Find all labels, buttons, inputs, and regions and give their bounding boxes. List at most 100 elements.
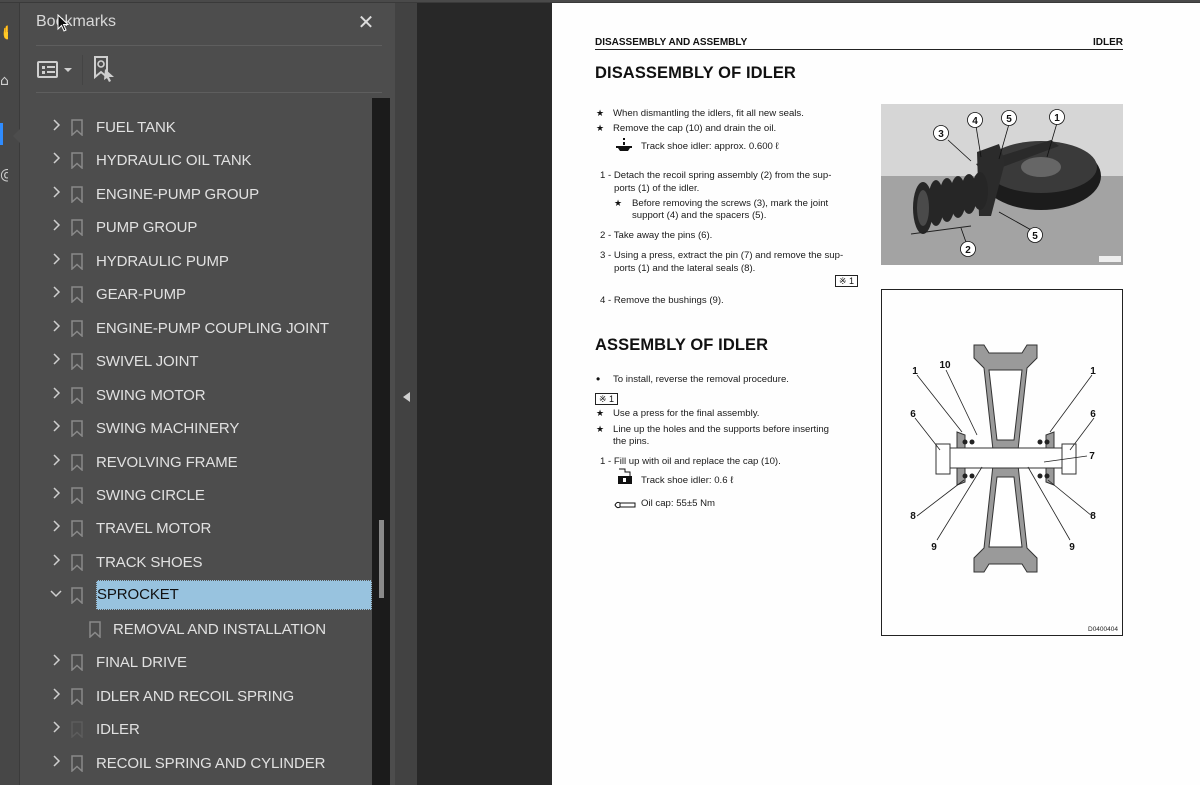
chevron-right-icon[interactable] xyxy=(50,520,64,536)
bookmark-item[interactable]: REVOLVING FRAME xyxy=(20,446,372,479)
bookmark-item[interactable]: GEAR-PUMP xyxy=(20,278,372,311)
bookmark-item[interactable]: TRACK SHOES xyxy=(20,546,372,579)
step-4: 4 - Remove the bushings (9). xyxy=(600,295,724,306)
chevron-right-icon[interactable] xyxy=(50,186,64,202)
close-panel-button[interactable]: ✕ xyxy=(356,11,376,33)
divider xyxy=(36,92,382,93)
attachment-icon[interactable]: @ xyxy=(0,167,8,183)
list-options-icon xyxy=(37,61,58,78)
chevron-right-icon[interactable] xyxy=(50,487,64,503)
step-1: 1 - Detach the recoil spring assembly (2… xyxy=(600,170,832,181)
bookmark-label: HYDRAULIC PUMP xyxy=(96,252,229,270)
chevron-right-icon[interactable] xyxy=(50,721,64,737)
bookmark-icon xyxy=(71,420,83,438)
chevron-right-icon[interactable] xyxy=(50,353,64,369)
bookmark-item[interactable]: ENGINE-PUMP GROUP xyxy=(20,178,372,211)
document-page: DISASSEMBLY AND ASSEMBLY IDLER DISASSEMB… xyxy=(552,3,1200,785)
bookmark-options-button[interactable] xyxy=(37,58,73,80)
bookmark-item[interactable]: SWING MOTOR xyxy=(20,379,372,412)
bookmark-icon xyxy=(71,453,83,472)
bookmark-item[interactable]: HYDRAULIC OIL TANK xyxy=(20,144,372,177)
bookmark-item[interactable]: SPROCKET xyxy=(20,579,372,612)
bookmark-icon xyxy=(71,253,83,271)
bookmark-item[interactable]: RECOIL SPRING AND CYLINDER xyxy=(20,747,372,780)
bookmark-label: REVOLVING FRAME xyxy=(96,453,238,471)
bookmark-item[interactable]: SWING CIRCLE xyxy=(20,479,372,512)
bookmark-label: TRAVEL MOTOR xyxy=(96,520,212,538)
toolbar-divider xyxy=(82,55,83,85)
step-1-cont: ports (1) of the idler. xyxy=(614,183,700,194)
bookmark-item[interactable]: SWING MACHINERY xyxy=(20,412,372,445)
chevron-right-icon[interactable] xyxy=(50,253,64,269)
assembly-bullet: To install, reverse the removal procedur… xyxy=(613,374,789,385)
divider xyxy=(36,45,382,46)
bookmark-tree: FUEL TANK HYDRAULIC OIL TANK ENGINE-PUMP G… xyxy=(20,98,372,785)
note: Use a press for the final assembly. xyxy=(613,408,760,419)
diagram-callout: 6 xyxy=(910,409,916,420)
bookmark-item[interactable]: HYDRAULIC PUMP xyxy=(20,245,372,278)
diagram-callout: 9 xyxy=(1069,542,1075,553)
diagram-callout: 10 xyxy=(939,360,951,371)
section-header: DISASSEMBLY AND ASSEMBLY xyxy=(595,37,748,48)
disassembly-title: DISASSEMBLY OF IDLER xyxy=(595,64,796,82)
bookmark-item[interactable]: ENGINE-PUMP COUPLING JOINT xyxy=(20,312,372,345)
chevron-right-icon[interactable] xyxy=(50,688,64,704)
bookmark-label: PUMP GROUP xyxy=(96,219,198,237)
chevron-right-icon[interactable] xyxy=(50,219,64,235)
bookmark-label: GEAR-PUMP xyxy=(96,286,186,304)
assembly-step-1: 1 - Fill up with oil and replace the cap… xyxy=(600,456,781,467)
bookmark-item[interactable]: IDLER xyxy=(20,713,372,746)
photo-callout: 3 xyxy=(938,129,944,140)
bookmark-icon xyxy=(71,721,83,739)
bookmark-icon xyxy=(71,152,83,171)
scrollbar-track[interactable] xyxy=(372,98,390,785)
chevron-right-icon[interactable] xyxy=(50,554,64,570)
chevron-down-icon xyxy=(64,68,72,72)
bookmark-item[interactable]: FINAL DRIVE xyxy=(20,646,372,679)
diagram-callout: 1 xyxy=(912,366,918,377)
chevron-right-icon[interactable] xyxy=(50,420,64,436)
chevron-right-icon[interactable] xyxy=(50,152,64,168)
diagram-code: D0400404 xyxy=(1088,626,1118,633)
panel-splitter[interactable] xyxy=(395,3,417,785)
bookmark-item[interactable]: FUEL TANK xyxy=(20,111,372,144)
topic-header: IDLER xyxy=(1093,37,1123,48)
bookmark-icon xyxy=(71,319,83,338)
bookmark-item[interactable]: IDLER AND RECOIL SPRING xyxy=(20,680,372,713)
star-icon: ★ xyxy=(596,123,605,133)
chevron-right-icon[interactable] xyxy=(50,453,64,470)
scrollbar-thumb[interactable] xyxy=(379,520,384,598)
diagram-callout: 8 xyxy=(910,511,916,522)
chevron-right-icon[interactable] xyxy=(50,387,64,403)
star-icon: ★ xyxy=(614,198,623,208)
drain-icon xyxy=(616,138,632,151)
chevron-right-icon[interactable] xyxy=(50,320,64,336)
bookmark-label: SWING MACHINERY xyxy=(96,420,240,438)
bookmark-icon xyxy=(71,487,83,505)
bookmark-item[interactable]: SWIVEL JOINT xyxy=(20,345,372,378)
chevron-right-icon[interactable] xyxy=(50,654,64,670)
chevron-right-icon[interactable] xyxy=(50,286,64,302)
collapse-panel-icon[interactable] xyxy=(403,392,410,402)
panel-pointer xyxy=(13,129,20,143)
chevron-down-icon[interactable] xyxy=(50,587,64,603)
photo-callout: 5 xyxy=(1006,114,1012,125)
bookmark-icon xyxy=(71,554,83,572)
bullet-icon: • xyxy=(596,372,601,386)
close-icon: ✕ xyxy=(357,10,375,34)
hand-icon[interactable]: ✋ xyxy=(0,25,8,41)
home-icon[interactable]: ⌂ xyxy=(0,73,8,89)
bookmark-icon xyxy=(71,186,83,204)
find-current-bookmark-button[interactable] xyxy=(92,55,118,83)
photo-callout: 4 xyxy=(972,116,978,127)
navigation-rail: ✋ ⌂ @ xyxy=(0,3,20,785)
panel-title: Bookmarks xyxy=(36,13,117,30)
find-bookmark-icon xyxy=(94,56,114,82)
bookmark-icon xyxy=(71,520,83,539)
chevron-right-icon[interactable] xyxy=(50,755,64,771)
chevron-right-icon[interactable] xyxy=(50,119,64,135)
bookmark-item[interactable]: REMOVAL AND INSTALLATION xyxy=(20,613,372,646)
fill-spec: Track shoe idler: 0.6 ℓ xyxy=(641,475,734,486)
bookmark-item[interactable]: PUMP GROUP xyxy=(20,211,372,244)
bookmark-item[interactable]: TRAVEL MOTOR xyxy=(20,512,372,545)
